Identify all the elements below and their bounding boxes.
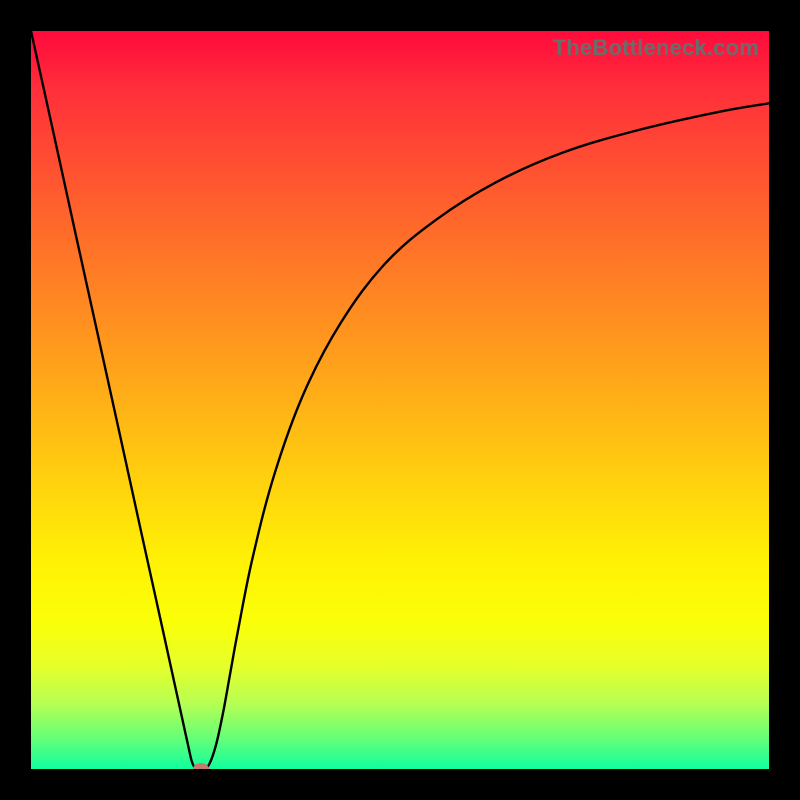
bottleneck-curve [31, 31, 769, 769]
bottleneck-curve-svg [31, 31, 769, 769]
plot-area: TheBottleneck.com [31, 31, 769, 769]
minimum-marker [193, 763, 209, 769]
chart-frame: TheBottleneck.com [0, 0, 800, 800]
